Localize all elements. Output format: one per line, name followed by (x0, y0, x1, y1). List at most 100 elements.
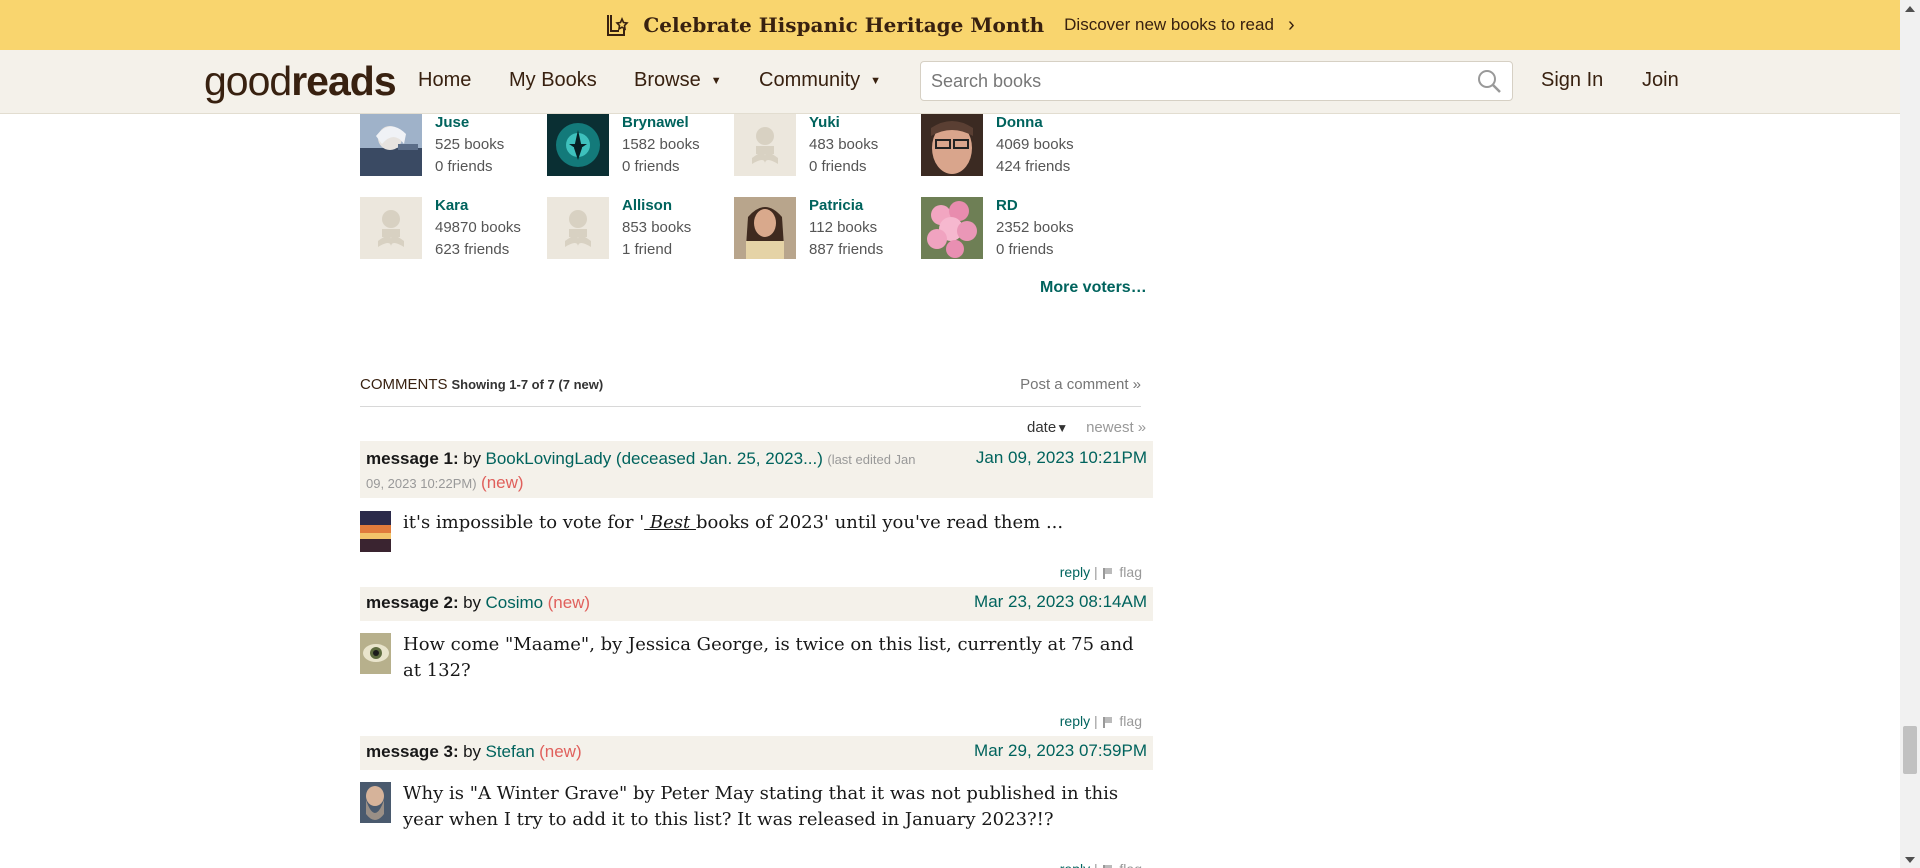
voter-name[interactable]: Yuki (809, 114, 840, 131)
avatar[interactable] (360, 197, 422, 259)
voter-name[interactable]: Allison (622, 197, 672, 214)
voter-name[interactable]: Brynawel (622, 114, 689, 131)
search-icon[interactable] (1476, 68, 1502, 94)
book-star-icon (607, 15, 630, 36)
voter-books[interactable]: 1582 books (622, 136, 700, 153)
reply-link[interactable]: reply (1060, 564, 1090, 580)
nav-browse[interactable]: Browse ▼ (634, 69, 722, 92)
message-label: message 2: (366, 593, 459, 612)
voter-friends[interactable]: 623 friends (435, 241, 509, 258)
reply-link[interactable]: reply (1060, 861, 1090, 868)
scroll-up-arrow-icon[interactable] (1900, 0, 1920, 17)
page-scrollbar[interactable] (1900, 0, 1920, 868)
voter-name[interactable]: Kara (435, 197, 468, 214)
scroll-down-arrow-icon[interactable] (1900, 851, 1920, 868)
avatar-brynawel (547, 114, 609, 176)
avatar[interactable] (360, 511, 391, 552)
voter-name[interactable]: Juse (435, 114, 469, 131)
avatar-cosimo (360, 633, 391, 674)
message-actions: reply | flag (1030, 861, 1142, 868)
join-link[interactable]: Join (1642, 69, 1679, 92)
message-author[interactable]: Cosimo (486, 593, 544, 612)
avatar-juse (360, 114, 422, 176)
message-date[interactable]: Mar 23, 2023 08:14AM (974, 592, 1147, 612)
avatar[interactable] (360, 114, 422, 176)
message-header: message 1: by BookLovingLady (deceased J… (360, 441, 1153, 498)
voter-card: Allison 853 books 1 friend (547, 197, 727, 261)
voter-friends[interactable]: 0 friends (809, 158, 867, 175)
avatar[interactable] (921, 197, 983, 259)
message-by: by (463, 742, 482, 761)
new-badge: (new) (539, 742, 582, 761)
avatar-stefan (360, 782, 391, 823)
message-text-part: it's impossible to vote for ' (403, 512, 645, 533)
voter-books[interactable]: 2352 books (996, 219, 1074, 236)
separator: | (1094, 713, 1098, 729)
more-voters-link[interactable]: More voters… (1040, 279, 1147, 297)
flag-icon[interactable] (1102, 864, 1116, 868)
flag-link[interactable]: flag (1119, 564, 1142, 580)
message-text: it's impossible to vote for ' Best books… (403, 510, 1143, 536)
message-date[interactable]: Jan 09, 2023 10:21PM (976, 446, 1147, 469)
sign-in-link[interactable]: Sign In (1541, 69, 1603, 92)
voter-name[interactable]: RD (996, 197, 1018, 214)
voter-books[interactable]: 525 books (435, 136, 504, 153)
message-text: How come "Maame", by Jessica George, is … (403, 634, 1134, 681)
avatar[interactable] (547, 114, 609, 176)
comments-count: Showing 1-7 of 7 (7 new) (451, 377, 604, 392)
new-badge: (new) (547, 593, 591, 612)
voter-card: Kara 49870 books 623 friends (360, 197, 540, 261)
avatar[interactable] (734, 197, 796, 259)
voter-friends[interactable]: 1 friend (622, 241, 672, 258)
nav-my-books[interactable]: My Books (509, 69, 597, 92)
nav-browse-label: Browse (634, 69, 701, 91)
banner-link[interactable]: Discover new books to read (1064, 15, 1274, 35)
voter-books[interactable]: 483 books (809, 136, 878, 153)
comment-sort: date▼ newest » (1027, 419, 1146, 436)
sort-newest[interactable]: newest » (1086, 419, 1146, 436)
promo-banner[interactable]: Celebrate Hispanic Heritage Month Discov… (0, 0, 1900, 50)
avatar[interactable] (734, 114, 796, 176)
voter-name[interactable]: Patricia (809, 197, 863, 214)
avatar[interactable] (547, 197, 609, 259)
flag-icon[interactable] (1102, 716, 1116, 729)
message-text: Why is "A Winter Grave" by Peter May sta… (403, 783, 1119, 830)
message-date[interactable]: Mar 29, 2023 07:59PM (974, 741, 1147, 761)
flag-link[interactable]: flag (1119, 713, 1142, 729)
search-input[interactable] (921, 63, 1476, 99)
nav-community[interactable]: Community ▼ (759, 69, 881, 92)
voter-card: Juse 525 books 0 friends (360, 114, 540, 178)
voter-books[interactable]: 4069 books (996, 136, 1074, 153)
message-text-emphasis[interactable]: Best (644, 512, 696, 533)
chevron-right-icon[interactable]: › (1288, 15, 1295, 35)
message-author[interactable]: BookLovingLady (deceased Jan. 25, 2023..… (486, 449, 823, 468)
voter-friends[interactable]: 424 friends (996, 158, 1070, 175)
voter-friends[interactable]: 887 friends (809, 241, 883, 258)
message-actions: reply | flag (1030, 564, 1142, 580)
flag-icon[interactable] (1102, 567, 1116, 580)
avatar[interactable] (360, 782, 391, 823)
voter-card: Yuki 483 books 0 friends (734, 114, 914, 178)
voter-books[interactable]: 853 books (622, 219, 691, 236)
banner-title: Celebrate Hispanic Heritage Month (643, 13, 1045, 37)
new-badge: (new) (481, 473, 524, 492)
avatar-patricia (734, 197, 796, 259)
voter-books[interactable]: 112 books (809, 219, 877, 236)
nav-home[interactable]: Home (418, 69, 471, 92)
sort-date[interactable]: date (1027, 419, 1056, 436)
message-header: message 2: by Cosimo (new) Mar 23, 2023 … (360, 587, 1153, 621)
voter-friends[interactable]: 0 friends (996, 241, 1054, 258)
voter-friends[interactable]: 0 friends (435, 158, 493, 175)
voter-friends[interactable]: 0 friends (622, 158, 680, 175)
avatar-donna (921, 114, 983, 176)
avatar[interactable] (360, 633, 391, 674)
reply-link[interactable]: reply (1060, 713, 1090, 729)
avatar[interactable] (921, 114, 983, 176)
goodreads-logo[interactable]: goodreads (204, 58, 397, 105)
voter-books[interactable]: 49870 books (435, 219, 521, 236)
voter-name[interactable]: Donna (996, 114, 1043, 131)
message-author[interactable]: Stefan (486, 742, 535, 761)
flag-link[interactable]: flag (1119, 861, 1142, 868)
post-comment-link[interactable]: Post a comment » (1020, 376, 1141, 393)
scrollbar-thumb[interactable] (1903, 726, 1917, 774)
